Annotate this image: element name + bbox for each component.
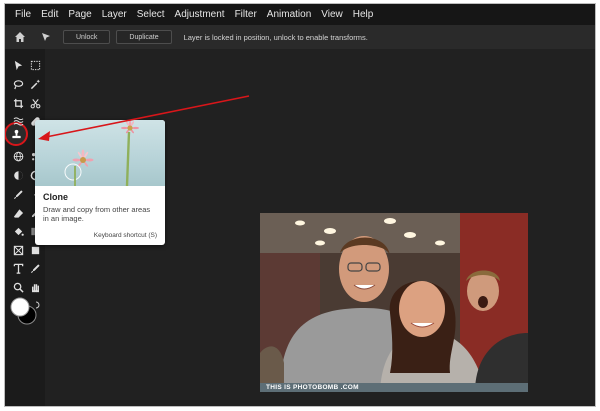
arrow-head: [38, 131, 50, 141]
arrow-shaft: [45, 95, 250, 138]
annotation-arrow: [38, 95, 250, 141]
